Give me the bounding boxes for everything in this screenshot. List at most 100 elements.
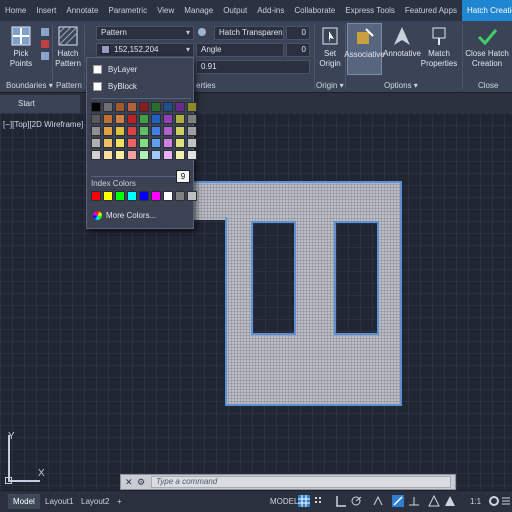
index-color-swatch[interactable] (127, 191, 137, 201)
workspace-gear-icon[interactable] (488, 495, 500, 507)
color-swatch[interactable] (163, 126, 173, 136)
color-swatch[interactable] (151, 150, 161, 160)
index-color-swatch[interactable] (115, 191, 125, 201)
annotation-visibility-icon[interactable] (428, 495, 440, 507)
boundary-tools-icon[interactable] (40, 27, 50, 63)
close-icon[interactable]: ✕ (125, 477, 133, 488)
layout-tab-layout2[interactable]: Layout2 (76, 494, 114, 509)
color-swatch[interactable] (127, 138, 137, 148)
angle-value-field[interactable]: 0 (286, 43, 310, 57)
color-swatch[interactable] (103, 114, 113, 124)
hatch-region-top[interactable] (180, 181, 402, 220)
pick-points-button[interactable]: Pick Points (3, 25, 39, 69)
layout-tab-model[interactable]: Model (8, 494, 40, 509)
grid-icon[interactable] (298, 495, 310, 507)
index-color-swatch[interactable] (187, 191, 197, 201)
index-color-swatch[interactable] (151, 191, 161, 201)
color-swatch[interactable] (187, 114, 197, 124)
index-color-swatch[interactable] (103, 191, 113, 201)
tab-hatch-creation[interactable]: Hatch Creation (461, 0, 512, 21)
ortho-icon[interactable] (335, 495, 347, 507)
color-swatch[interactable] (163, 102, 173, 112)
annotation-scale[interactable]: 1:1 (470, 495, 481, 509)
index-color-swatch[interactable] (139, 191, 149, 201)
pattern-type-dropdown[interactable]: Pattern ▾ (96, 26, 194, 40)
tab-insert[interactable]: Insert (31, 0, 61, 21)
color-swatch[interactable] (151, 102, 161, 112)
drawing-area[interactable]: [−][Top][2D Wireframe] Y X (0, 113, 512, 490)
file-tab-start[interactable]: Start (0, 95, 80, 113)
color-swatch[interactable] (127, 150, 137, 160)
color-swatch[interactable] (163, 114, 173, 124)
snap-icon[interactable] (313, 495, 325, 507)
boundaries-panel-label[interactable]: Boundaries ▾ (6, 79, 53, 93)
tab-view[interactable]: View (152, 0, 179, 21)
color-swatch[interactable] (91, 126, 101, 136)
properties-panel-label[interactable]: erties (196, 79, 216, 93)
set-origin-button[interactable]: Set Origin (316, 25, 344, 69)
color-swatch[interactable] (139, 150, 149, 160)
color-swatch[interactable] (187, 102, 197, 112)
color-swatch[interactable] (91, 138, 101, 148)
color-swatch[interactable] (139, 102, 149, 112)
color-swatch[interactable] (127, 102, 137, 112)
hatch-transparency-field[interactable]: Hatch Transparency (214, 26, 284, 40)
index-color-swatch[interactable] (163, 191, 173, 201)
autoscale-icon[interactable] (444, 495, 456, 507)
tab-collaborate[interactable]: Collaborate (289, 0, 340, 21)
color-swatch[interactable] (103, 150, 113, 160)
origin-panel-label[interactable]: Origin ▾ (316, 79, 344, 93)
tab-home[interactable]: Home (0, 0, 31, 21)
snap-tracking-icon[interactable] (408, 495, 420, 507)
color-swatch[interactable] (151, 114, 161, 124)
color-swatch[interactable] (151, 126, 161, 136)
color-swatch[interactable] (139, 138, 149, 148)
transparency-value-field[interactable]: 0 (286, 26, 310, 40)
annotative-button[interactable]: Annotative (383, 25, 421, 59)
color-option-bylayer[interactable]: ByLayer (93, 63, 137, 77)
color-swatch[interactable] (163, 150, 173, 160)
layout-tab-layout1[interactable]: Layout1 (40, 494, 78, 509)
tab-annotate[interactable]: Annotate (61, 0, 103, 21)
tab-add-ins[interactable]: Add-ins (252, 0, 289, 21)
customization-menu-icon[interactable] (500, 495, 512, 507)
tab-featured-apps[interactable]: Featured Apps (400, 0, 462, 21)
close-hatch-creation-button[interactable]: Close Hatch Creation (464, 25, 510, 69)
color-option-byblock[interactable]: ByBlock (93, 80, 137, 94)
color-swatch[interactable] (175, 114, 185, 124)
color-swatch[interactable] (115, 114, 125, 124)
color-swatch[interactable] (115, 126, 125, 136)
command-input[interactable]: Type a command (151, 476, 451, 488)
color-swatch[interactable] (115, 150, 125, 160)
tab-output[interactable]: Output (218, 0, 252, 21)
color-swatch[interactable] (187, 138, 197, 148)
index-color-swatch[interactable] (175, 191, 185, 201)
hatch-pattern-button[interactable]: Hatch Pattern (54, 25, 82, 69)
add-layout-button[interactable]: + (112, 494, 127, 509)
color-swatch[interactable] (139, 126, 149, 136)
model-space-toggle[interactable]: MODEL (270, 495, 298, 509)
angle-field[interactable]: Angle (196, 43, 284, 57)
associative-toggle[interactable]: Associative (344, 23, 385, 75)
tab-manage[interactable]: Manage (179, 0, 218, 21)
color-swatch[interactable] (175, 150, 185, 160)
color-swatch[interactable] (187, 126, 197, 136)
hatch-scale-field[interactable]: 0.91 (196, 60, 310, 74)
polar-tracking-icon[interactable] (350, 495, 362, 507)
tab-parametric[interactable]: Parametric (103, 0, 152, 21)
viewport-controls[interactable]: [−][Top][2D Wireframe] (3, 120, 83, 129)
color-swatch[interactable] (103, 126, 113, 136)
color-swatch[interactable] (91, 150, 101, 160)
object-snap-icon[interactable] (392, 495, 404, 507)
more-colors-option[interactable]: More Colors... (93, 211, 156, 221)
color-swatch[interactable] (175, 138, 185, 148)
color-swatch[interactable] (175, 126, 185, 136)
color-swatch[interactable] (91, 102, 101, 112)
index-color-swatch[interactable] (91, 191, 101, 201)
color-swatch[interactable] (91, 114, 101, 124)
color-swatch[interactable] (115, 102, 125, 112)
hatch-color-dropdown[interactable]: 152,152,204 ▾ (96, 43, 194, 57)
color-swatch[interactable] (187, 150, 197, 160)
match-properties-button[interactable]: Match Properties (421, 25, 457, 69)
color-swatch[interactable] (151, 138, 161, 148)
